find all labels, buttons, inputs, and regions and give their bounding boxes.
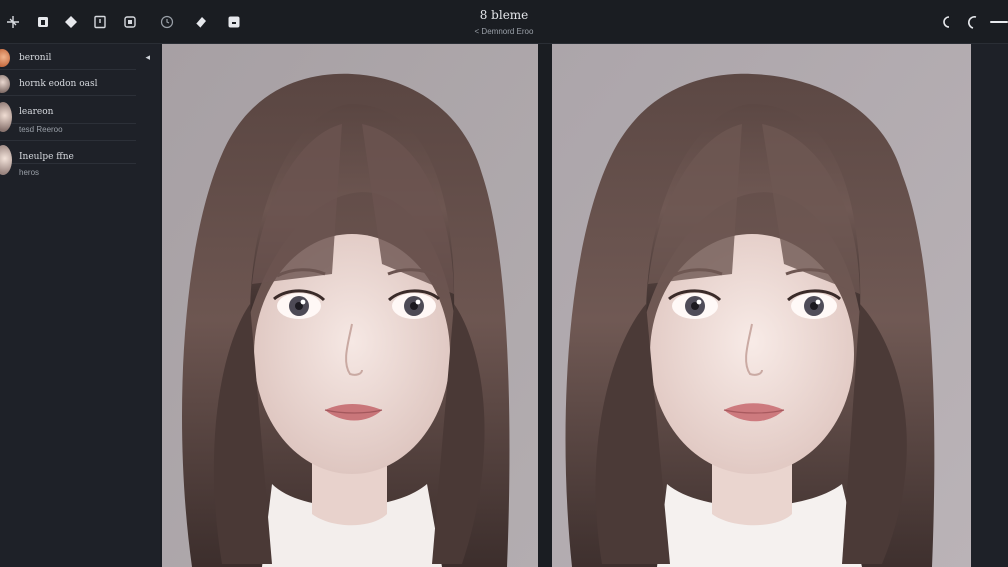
layer-thumbnail [0, 49, 10, 67]
transform-icon[interactable] [3, 12, 23, 32]
layers-sidebar: ◂ beronil hornk eodon oasl leareon tesd … [0, 44, 160, 567]
edited-canvas[interactable] [552, 44, 971, 567]
layer-sublabel[interactable]: tesd Reeroo [19, 125, 63, 134]
layer-item[interactable]: beronil [0, 46, 136, 70]
layer-item[interactable]: hornk eodon oasl [0, 72, 136, 96]
right-panel-edge [971, 44, 1008, 567]
layer-thumbnail [0, 145, 12, 175]
eraser-icon[interactable] [191, 12, 211, 32]
layer-label: leareon [19, 107, 54, 117]
layer-thumbnail [0, 102, 12, 132]
history-clock-icon[interactable] [157, 12, 177, 32]
layer-thumbnail [0, 75, 10, 93]
layer-sublabel[interactable]: heros [19, 168, 39, 177]
collapse-arrow-icon[interactable]: ◂ [145, 52, 150, 63]
view-controls [936, 12, 1008, 32]
top-toolbar: 8 bleme < Demnord Eroo [0, 0, 1008, 44]
mask-icon[interactable] [224, 12, 244, 32]
crop-icon[interactable] [90, 12, 110, 32]
redo-arc-icon[interactable] [966, 12, 980, 32]
canvas-divider[interactable] [538, 44, 552, 567]
window-subtitle[interactable]: < Demnord Eroo [0, 27, 1008, 36]
diamond-icon[interactable] [61, 12, 81, 32]
layers-square-icon[interactable] [33, 12, 53, 32]
layer-label: beronil [19, 53, 52, 63]
portrait-image [552, 44, 971, 567]
portrait-image [162, 44, 538, 567]
layer-label: hornk eodon oasl [19, 79, 98, 89]
layer-item[interactable]: leareon [0, 100, 136, 132]
title-block: 8 bleme < Demnord Eroo [0, 8, 1008, 36]
frame-icon[interactable] [120, 12, 140, 32]
original-canvas[interactable] [162, 44, 538, 567]
layer-label: Ineulpe ffne [19, 152, 74, 162]
layer-item[interactable]: Ineulpe ffne [0, 140, 136, 175]
window-title: 8 bleme [479, 8, 529, 22]
zoom-slider[interactable] [990, 21, 1008, 23]
undo-arc-icon[interactable] [936, 12, 956, 32]
